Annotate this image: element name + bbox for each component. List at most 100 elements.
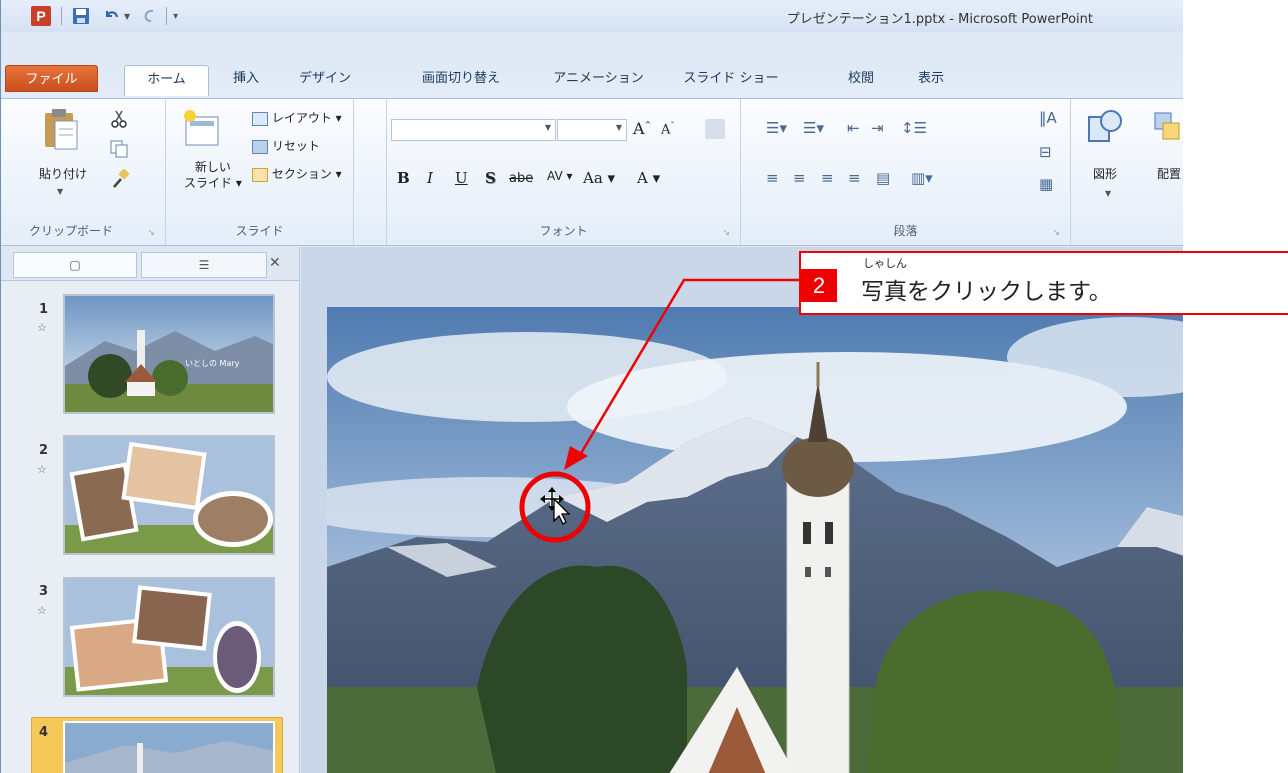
- slide-thumbnail-2[interactable]: [63, 435, 275, 555]
- redo-icon[interactable]: [138, 4, 160, 28]
- layout-button[interactable]: レイアウト ▾: [252, 109, 342, 126]
- grow-font-label: A: [633, 119, 645, 138]
- app-icon-letter: P: [31, 6, 51, 26]
- qat-divider: [61, 7, 62, 25]
- bold-button[interactable]: B: [397, 169, 410, 187]
- slide-thumbnail-1[interactable]: いとしの Mary: [63, 294, 275, 414]
- align-center-icon[interactable]: ≡: [793, 169, 806, 187]
- clear-formatting-icon[interactable]: [705, 119, 725, 139]
- font-group: ▼ ▼ A^ Aˇ B I U S abe AV ▾ Aa ▾ A ▾ フォント…: [386, 99, 741, 247]
- tab-insert[interactable]: 挿入: [216, 65, 276, 92]
- justify-icon[interactable]: ≡: [848, 169, 861, 187]
- tab-slideshow[interactable]: スライド ショー: [676, 65, 786, 92]
- powerpoint-window: P ▼ ▾ プレゼンテーション1.pptx - Microsoft PowerP…: [0, 0, 1183, 773]
- move-cursor-icon: [540, 487, 574, 525]
- line-spacing-icon[interactable]: ↕☰: [901, 119, 927, 137]
- section-icon: [252, 167, 268, 182]
- slide-marker-1: ☆: [37, 321, 47, 334]
- shapes-dropdown-icon[interactable]: ▼: [1105, 189, 1111, 198]
- text-direction-icon[interactable]: ‖A: [1039, 109, 1057, 127]
- decrease-indent-icon[interactable]: ⇤: [847, 119, 860, 137]
- slide-thumbnail-4[interactable]: [63, 721, 275, 773]
- font-size-dropdown-icon[interactable]: ▼: [616, 123, 622, 132]
- slide-thumbnail-pane: ▢ ☰ ✕ 1 ☆ いとしの Mary 2 ☆ 3 ☆ 4 4: [1, 247, 300, 773]
- customize-qat-icon[interactable]: ▾: [173, 11, 178, 22]
- slide-marker-3: ☆: [37, 604, 47, 617]
- outline-tab-icon[interactable]: ☰: [141, 252, 267, 278]
- arrange-icon[interactable]: [1151, 107, 1183, 147]
- align-left-icon[interactable]: ≡: [766, 169, 779, 187]
- grow-font-button[interactable]: A^: [633, 119, 651, 138]
- cut-icon[interactable]: [109, 109, 129, 129]
- font-name-dropdown-icon[interactable]: ▼: [545, 123, 551, 132]
- slide-1-caption: いとしの Mary: [185, 359, 240, 368]
- smartart-icon[interactable]: ▦: [1039, 175, 1053, 193]
- underline-button[interactable]: U: [455, 169, 468, 187]
- font-name-combobox[interactable]: ▼: [391, 119, 556, 141]
- ribbon-home: 貼り付け ▼ クリップボード ↘ 新しい スライド ▾ レイアウト ▾ リセット …: [1, 98, 1183, 247]
- reset-button[interactable]: リセット: [252, 137, 320, 154]
- tab-transitions[interactable]: 画面切り替え: [401, 65, 521, 92]
- shapes-icon[interactable]: [1085, 107, 1125, 147]
- clipboard-launcher-icon[interactable]: ↘: [147, 228, 155, 238]
- shapes-label[interactable]: 図形: [1093, 165, 1117, 182]
- increase-indent-icon[interactable]: ⇥: [871, 119, 884, 137]
- new-slide-label[interactable]: 新しい スライド ▾: [184, 159, 242, 191]
- format-painter-icon[interactable]: [111, 168, 131, 189]
- slides-group: 新しい スライド ▾ レイアウト ▾ リセット セクション ▾ スライド: [166, 99, 354, 247]
- section-button[interactable]: セクション ▾: [252, 165, 342, 182]
- align-right-icon[interactable]: ≡: [821, 169, 834, 187]
- shrink-font-button[interactable]: Aˇ: [661, 121, 674, 137]
- font-color-label: A: [637, 169, 648, 187]
- font-size-combobox[interactable]: ▼: [557, 119, 627, 141]
- callout-text: 写真をクリックします。: [861, 279, 1112, 305]
- char-spacing-button[interactable]: AV ▾: [547, 169, 573, 183]
- new-slide-icon[interactable]: [182, 109, 222, 151]
- strikethrough-button[interactable]: abe: [509, 171, 533, 186]
- reset-icon: [252, 139, 268, 154]
- numbering-icon[interactable]: ☰▾: [803, 119, 824, 137]
- step-number-badge: 2: [801, 269, 837, 302]
- copy-icon[interactable]: [109, 139, 131, 159]
- align-text-icon[interactable]: ⊟: [1039, 143, 1052, 161]
- tab-animations[interactable]: アニメーション: [536, 65, 661, 92]
- tab-design[interactable]: デザイン: [285, 65, 365, 92]
- slide-marker-2: ☆: [37, 463, 47, 476]
- font-group-label: フォント: [539, 224, 588, 238]
- slides-group-label: スライド: [235, 224, 284, 238]
- save-icon[interactable]: [70, 4, 92, 28]
- font-color-button[interactable]: A ▾: [637, 169, 660, 187]
- close-pane-icon[interactable]: ✕: [269, 255, 281, 271]
- distributed-icon[interactable]: ▤: [876, 169, 890, 187]
- mountain-church-photo[interactable]: [327, 307, 1183, 773]
- change-case-button[interactable]: Aa ▾: [583, 169, 615, 187]
- new-slide-line2: スライド: [184, 176, 233, 190]
- tab-review[interactable]: 校閲: [836, 65, 886, 92]
- section-label: セクション: [271, 167, 332, 181]
- columns-icon[interactable]: ▥▾: [911, 169, 933, 187]
- font-launcher-icon[interactable]: ↘: [722, 228, 730, 238]
- slide-canvas-photo[interactable]: [327, 307, 1183, 773]
- tab-file[interactable]: ファイル: [5, 65, 98, 92]
- powerpoint-app-icon[interactable]: P: [29, 4, 53, 28]
- shadow-button[interactable]: S: [485, 169, 496, 187]
- paragraph-launcher-icon[interactable]: ↘: [1052, 228, 1060, 238]
- change-case-label: Aa: [583, 169, 603, 187]
- paste-dropdown-icon[interactable]: ▼: [57, 187, 63, 196]
- slides-tab-icon[interactable]: ▢: [13, 252, 137, 278]
- paste-icon[interactable]: [41, 107, 81, 153]
- slide-number-2: 2: [39, 443, 49, 458]
- arrange-label[interactable]: 配置: [1157, 165, 1181, 182]
- new-slide-line1: 新しい: [194, 160, 231, 174]
- paste-label[interactable]: 貼り付け: [39, 165, 87, 182]
- tab-view[interactable]: 表示: [906, 65, 956, 92]
- bullets-icon[interactable]: ☰▾: [766, 119, 787, 137]
- undo-dropdown-icon[interactable]: ▼: [124, 12, 130, 21]
- slide-number-4-label: 4: [39, 725, 49, 740]
- undo-icon[interactable]: [100, 4, 122, 28]
- clipboard-group: 貼り付け ▼ クリップボード ↘: [1, 99, 166, 247]
- italic-button[interactable]: I: [427, 169, 433, 187]
- slide-thumbnail-3[interactable]: [63, 577, 275, 697]
- tab-home[interactable]: ホーム: [124, 65, 209, 96]
- paragraph-group-label: 段落: [893, 224, 918, 238]
